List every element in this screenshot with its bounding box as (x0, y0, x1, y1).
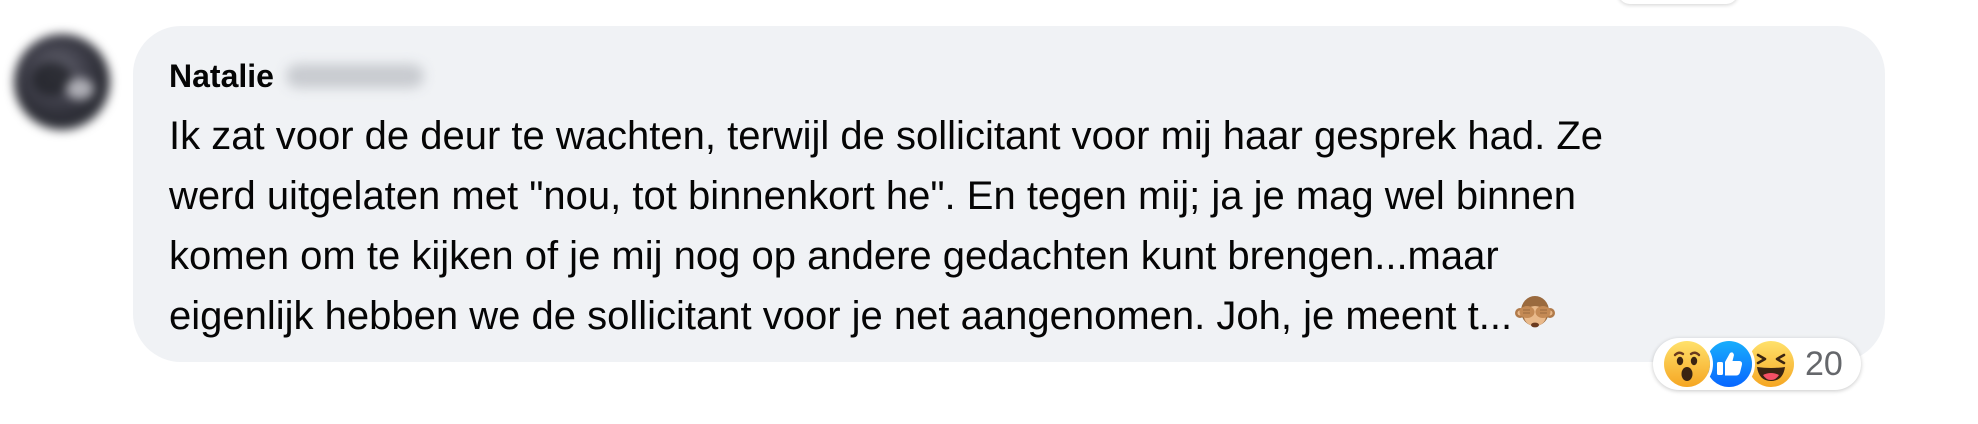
comment-bubble: Natalie Ik zat voor de deur te wachten, … (133, 26, 1885, 362)
comment-thread: ▔▔▔ ▔▔▔▔ ▔▔▔▔▔ ▔▔▔▔ ▔▔▔▔ Natalie Ik zat … (0, 0, 1978, 424)
comment-text: Ik zat voor de deur te wachten, terwijl … (169, 106, 1849, 350)
reaction-count: 20 (1805, 344, 1843, 383)
author-name[interactable]: Natalie (169, 58, 274, 95)
previous-comment-remnant: ▔▔▔ ▔▔▔▔ ▔▔▔▔▔ ▔▔▔▔ ▔▔▔▔ (170, 0, 690, 2)
author-surname-redacted (285, 64, 424, 88)
previous-reaction-pill[interactable] (1618, 0, 1738, 4)
see-no-evil-monkey-icon (1514, 290, 1556, 350)
avatar[interactable] (14, 34, 110, 130)
reactions-summary[interactable]: 20 (1653, 338, 1861, 390)
comment-author: Natalie (169, 54, 424, 98)
wow-reaction-icon (1661, 338, 1713, 390)
comment-body: Ik zat voor de deur te wachten, terwijl … (169, 114, 1604, 338)
